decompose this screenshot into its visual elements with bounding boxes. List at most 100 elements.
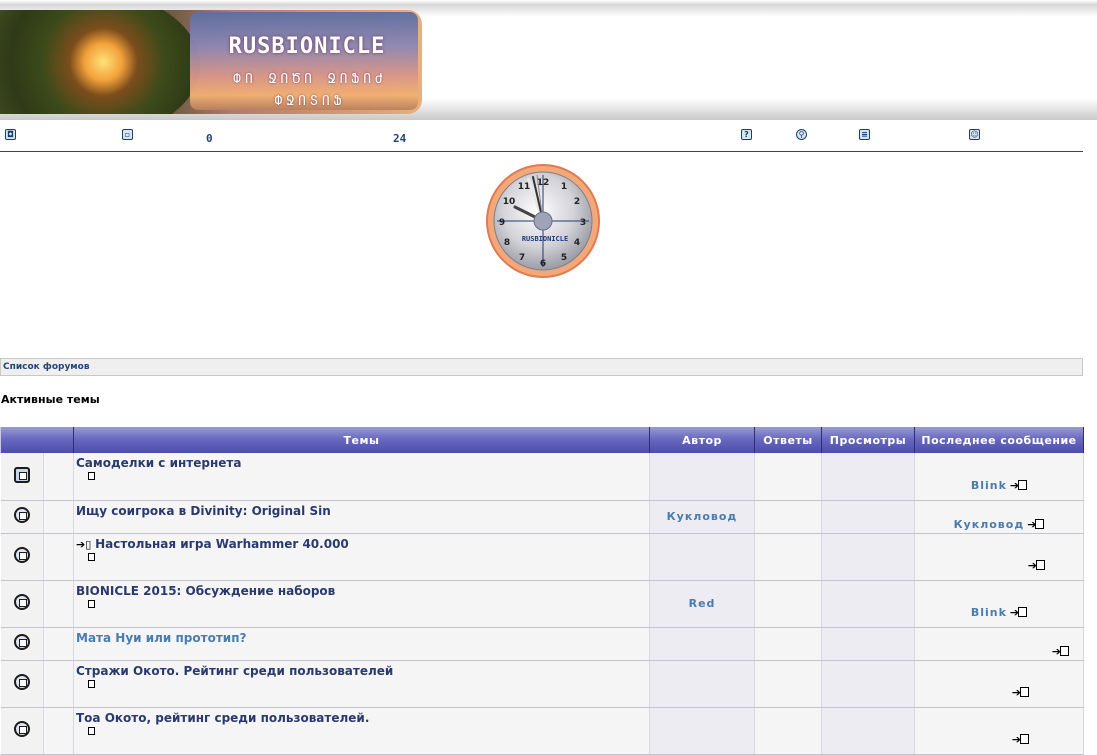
replies-cell	[754, 500, 822, 534]
views-cell	[821, 500, 915, 534]
topic-status-cell	[0, 533, 44, 581]
topic-icon	[13, 594, 30, 610]
table-row: Ищу соигрока в Divinity: Original Sin Ку…	[0, 500, 1084, 534]
logo-title: RUSBIONICLE	[228, 34, 386, 59]
author-cell: Red	[649, 580, 755, 628]
clock-number-8: 8	[504, 238, 510, 248]
last-post-user-link[interactable]: Blink	[971, 606, 1007, 619]
replies-cell	[754, 627, 822, 661]
table-row: ➔▯ Настольная игра Warhammer 40.000 ➔	[0, 533, 1084, 581]
new-post-arrow-icon: ➔▯	[76, 537, 96, 551]
topic-title-link[interactable]: Самоделки с интернета	[76, 457, 649, 470]
header-replies: Ответы	[754, 427, 822, 453]
topic-title-text[interactable]: Настольная игра Warhammer 40.000	[95, 537, 349, 551]
last-post-user-link[interactable]: Blink	[971, 479, 1007, 492]
breadcrumb: Список форумов	[0, 358, 1083, 376]
clock-widget: 12 1 2 3 4 5 6 7 8 9 10 11 RUSBIONICLE	[486, 164, 600, 278]
logo-subtitle-2: ՓՋՈՏՈՖ	[274, 94, 346, 109]
last-post-cell: ➔	[914, 660, 1084, 708]
clock-number-2: 2	[574, 197, 580, 207]
user-profile-icon[interactable]: ☺	[969, 129, 980, 140]
site-header: RUSBIONICLE ՓՈ ՋՈԾՈ ՋՈՖՈԺ ՓՋՈՏՈՖ	[0, 0, 1097, 120]
home-icon[interactable]: ◘	[5, 129, 16, 140]
last-post-cell: ➔	[914, 627, 1084, 661]
breadcrumb-forum-index-link[interactable]: Список форумов	[3, 362, 90, 372]
last-post-cell: Blink ➔	[914, 453, 1084, 501]
author-cell: Кукловод	[649, 500, 755, 534]
goto-last-post-icon[interactable]: ➔	[1010, 479, 1028, 492]
topic-cell: Ищу соигрока в Divinity: Original Sin	[73, 500, 650, 534]
table-row: BIONICLE 2015: Обсуждение наборов Red Bl…	[0, 580, 1084, 628]
topic-cell: Мата Нуи или прототип?	[73, 627, 650, 661]
topic-title-link[interactable]: Стражи Окото. Рейтинг среди пользователе…	[76, 664, 649, 678]
search-icon[interactable]: ⚲	[796, 129, 807, 140]
topic-title-link[interactable]: Тоа Окото, рейтинг среди пользователей.	[76, 711, 649, 725]
section-title: Активные темы	[1, 393, 100, 406]
last-post-cell: Кукловод ➔	[914, 500, 1084, 534]
views-cell	[821, 627, 915, 661]
topic-cell: BIONICLE 2015: Обсуждение наборов	[73, 580, 650, 628]
clock-number-5: 5	[561, 253, 567, 263]
faq-icon[interactable]: ?	[741, 129, 752, 140]
replies-cell	[754, 580, 822, 628]
goto-last-post-icon[interactable]: ➔	[1028, 559, 1045, 572]
topic-icon	[13, 547, 30, 563]
topic-blank-cell	[43, 533, 74, 581]
active-topics-count[interactable]: 24	[393, 132, 406, 145]
clock-number-4: 4	[574, 238, 580, 248]
page-icon[interactable]	[88, 599, 95, 608]
page-icon[interactable]	[88, 552, 95, 561]
header-views: Просмотры	[821, 427, 915, 453]
header-icon-col	[0, 427, 74, 453]
topic-icon	[13, 507, 30, 523]
header-author: Автор	[649, 427, 755, 453]
topic-title-link[interactable]: Мата Нуи или прототип?	[76, 631, 649, 645]
members-list-icon[interactable]: ≡	[859, 129, 870, 140]
helmet-artwork	[0, 10, 200, 114]
goto-last-post-icon[interactable]: ➔	[1052, 645, 1069, 658]
page-icon[interactable]	[88, 472, 95, 480]
header-last-post: Последнее сообщение	[914, 427, 1084, 453]
messages-icon[interactable]: ▫	[122, 129, 133, 140]
author-link[interactable]: Red	[689, 597, 716, 610]
clock-number-10: 10	[503, 197, 516, 207]
replies-cell	[754, 533, 822, 581]
topic-cell: Самоделки с интернета	[73, 453, 650, 501]
clock-label: RUSBIONICLE	[522, 235, 568, 243]
last-post-user-link[interactable]: Кукловод	[954, 518, 1025, 531]
goto-last-post-icon[interactable]: ➔	[1010, 606, 1028, 619]
page-icon[interactable]	[88, 679, 95, 688]
clock-number-6: 6	[540, 259, 546, 269]
topic-title-link[interactable]: Ищу соигрока в Divinity: Original Sin	[76, 504, 649, 518]
topic-status-cell	[0, 627, 44, 661]
topic-blank-cell	[43, 580, 74, 628]
logo-subtitle-1: ՓՈ ՋՈԾՈ ՋՈՖՈԺ	[233, 72, 387, 87]
topic-blank-cell	[43, 500, 74, 534]
goto-last-post-icon[interactable]: ➔	[1012, 733, 1029, 746]
table-row: Самоделки с интернета Blink ➔	[0, 453, 1084, 501]
topic-status-cell	[0, 660, 44, 708]
author-link[interactable]: Кукловод	[667, 510, 738, 523]
topic-title-link[interactable]: BIONICLE 2015: Обсуждение наборов	[76, 584, 649, 598]
topic-cell: ➔▯ Настольная игра Warhammer 40.000	[73, 533, 650, 581]
table-header-row: Темы Автор Ответы Просмотры Последнее со…	[0, 427, 1084, 453]
page-icon[interactable]	[88, 726, 95, 735]
sticky-topic-icon	[13, 466, 30, 483]
topic-status-cell	[0, 580, 44, 628]
topic-blank-cell	[43, 627, 74, 661]
clock-number-7: 7	[519, 253, 525, 263]
clock-center	[533, 211, 553, 231]
new-messages-count[interactable]: 0	[206, 132, 213, 145]
last-post-cell: Blink ➔	[914, 580, 1084, 628]
goto-last-post-icon[interactable]: ➔	[1027, 518, 1045, 531]
active-topics-table: Темы Автор Ответы Просмотры Последнее со…	[0, 427, 1084, 755]
topic-status-cell	[0, 500, 44, 534]
table-row: Стражи Окото. Рейтинг среди пользователе…	[0, 660, 1084, 708]
topic-blank-cell	[43, 453, 74, 501]
site-logo[interactable]: RUSBIONICLE ՓՈ ՋՈԾՈ ՋՈՖՈԺ ՓՋՈՏՈՖ	[0, 10, 422, 114]
author-cell	[649, 453, 755, 501]
header-topics: Темы	[73, 427, 650, 453]
topic-title-link[interactable]: ➔▯ Настольная игра Warhammer 40.000	[76, 537, 649, 551]
topic-icon	[13, 721, 30, 737]
goto-last-post-icon[interactable]: ➔	[1012, 686, 1029, 699]
